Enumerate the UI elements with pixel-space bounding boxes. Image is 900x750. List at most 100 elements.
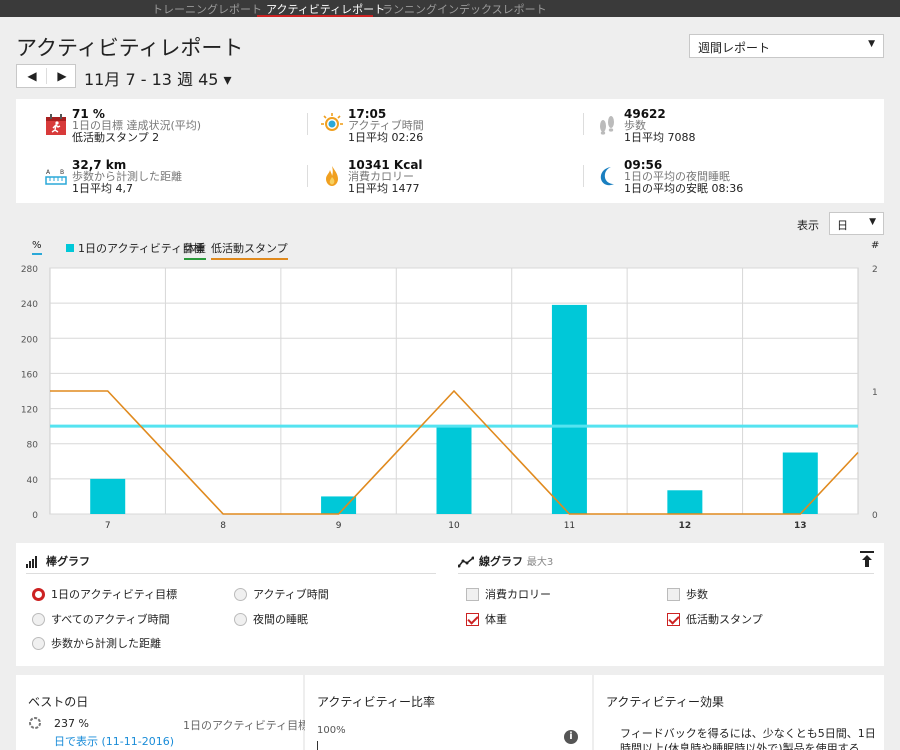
inactivity-stamps-count: 低活動スタンプ 2 [72, 131, 160, 144]
y-tick-label: 80 [27, 441, 39, 451]
divider [458, 573, 874, 574]
distance-daily-avg: 1日平均 4,7 [72, 182, 133, 195]
activity-ring-icon [28, 715, 42, 729]
bar-option-all-active-time[interactable]: すべてのアクティブ時間 [32, 611, 170, 627]
radio[interactable] [234, 612, 247, 626]
bar-day-9 [321, 496, 357, 514]
bar-option-active-time[interactable]: アクティブ時間 [234, 586, 329, 602]
sun-icon [321, 113, 343, 135]
checkbox[interactable] [466, 587, 479, 601]
divider [583, 165, 584, 187]
caret-down-icon: ▼ [868, 39, 875, 49]
line-chart-icon [457, 553, 475, 568]
radio[interactable] [32, 636, 45, 650]
y-tick-label: 120 [21, 406, 38, 416]
activity-ratio-card: アクティビティー比率 100% i [305, 675, 592, 750]
line-option-steps[interactable]: 歩数 [667, 586, 708, 602]
divider [307, 165, 308, 187]
activity-effect-line: フィードバックを得るには、少なくとも5日間、1日10 [620, 727, 875, 740]
svg-text:B: B [60, 169, 64, 176]
radio[interactable] [32, 612, 45, 626]
bar-day-12 [667, 490, 703, 514]
granularity-select[interactable]: 日 ▼ [829, 212, 884, 235]
prev-period-button[interactable]: ◀ [17, 69, 47, 83]
y-tick-label: 160 [21, 370, 38, 380]
activity-effect-text: フィードバックを得るには、少なくとも5日間、1日10 時間以上(休息時や睡眠時以… [620, 726, 875, 750]
steps-daily-avg: 1日平均 7088 [624, 131, 696, 144]
report-tab-bar: トレーニングレポート アクティビティレポート ランニングインデックスレポート [0, 0, 900, 17]
radio-selected[interactable] [32, 587, 45, 601]
report-period-select[interactable]: 週間レポート ▼ [689, 34, 884, 58]
x-tick-label: 10 [448, 521, 460, 531]
line-option-stamp[interactable]: 低活動スタンプ [667, 611, 763, 627]
y-tick-label: 40 [27, 476, 39, 486]
y2-tick-label: 0 [872, 511, 878, 521]
bar-option-distance[interactable]: 歩数から計測した距離 [32, 635, 161, 651]
activity-effect-title: アクティビティー効果 [606, 695, 724, 709]
activity-goal-icon [45, 114, 67, 136]
bar-day-10 [436, 426, 472, 514]
chart-controls-panel: 棒グラフ 線グラフ 最大3 1日のアクティビティ目標 アクティブ時間 すべてのア… [16, 543, 884, 666]
bar-chart-title: 棒グラフ [46, 555, 90, 568]
ratio-axis-max: 100% [317, 725, 346, 736]
best-day-card: ベストの日 237 % 1日のアクティビティ目標 日で表示 (11-11-201… [16, 675, 309, 750]
best-day-title: ベストの日 [28, 695, 89, 709]
y-tick-label: 200 [21, 335, 38, 345]
radio[interactable] [234, 587, 247, 601]
line-chart-title: 線グラフ 最大3 [479, 553, 553, 569]
caret-down-icon: ▼ [869, 217, 876, 227]
checkbox-checked[interactable] [466, 612, 479, 626]
bar-option-night-sleep[interactable]: 夜間の睡眠 [234, 611, 308, 627]
report-period-value: 週間レポート [698, 41, 771, 55]
y-tick-label: 0 [32, 511, 38, 521]
line-option-weight[interactable]: 体重 [466, 611, 507, 627]
line-option-calories[interactable]: 消費カロリー [466, 586, 551, 602]
next-period-button[interactable]: ▶ [47, 69, 77, 83]
option-label: 体重 [485, 613, 507, 626]
activity-ratio-title: アクティビティー比率 [317, 695, 435, 709]
page-title: アクティビティレポート [16, 36, 244, 60]
tab-training-report[interactable]: トレーニングレポート [152, 1, 262, 17]
option-label: 歩数から計測した距離 [51, 637, 161, 650]
info-icon[interactable]: i [564, 730, 578, 744]
pin-icon[interactable] [860, 551, 874, 567]
moon-icon [596, 165, 618, 187]
divider [26, 573, 436, 574]
y2-tick-label: 1 [872, 388, 878, 398]
line-chart-title-text: 線グラフ [479, 555, 523, 568]
checkbox[interactable] [667, 587, 680, 601]
option-label: 低活動スタンプ [686, 613, 763, 626]
bar-day-13 [782, 452, 818, 514]
view-day-link[interactable]: 日で表示 (11-11-2016) [54, 733, 174, 749]
bar-day-7 [90, 478, 126, 514]
date-range-picker[interactable]: 11月 7 - 13 週 45 ▾ [84, 66, 232, 90]
active-time-daily-avg: 1日平均 02:26 [348, 131, 424, 144]
x-tick-label: 9 [336, 521, 342, 531]
option-label: アクティブ時間 [253, 588, 329, 601]
x-tick-label: 12 [679, 521, 692, 531]
y2-tick-label: 2 [872, 265, 878, 275]
bar-day-11 [551, 304, 587, 514]
calories-daily-avg: 1日平均 1477 [348, 182, 420, 195]
bar-option-activity-goal[interactable]: 1日のアクティビティ目標 [32, 586, 177, 602]
y-tick-label: 240 [21, 300, 38, 310]
x-tick-label: 8 [220, 521, 226, 531]
line-chart-max: 最大3 [526, 557, 554, 568]
view-label: 表示 [797, 219, 819, 232]
activity-chart: 040801201602002402800127 8 9 10 11 12 13 [21, 265, 878, 531]
flame-icon [321, 165, 343, 187]
option-label: 消費カロリー [485, 588, 551, 601]
divider [583, 113, 584, 135]
footsteps-icon [596, 113, 618, 135]
y-tick-label: 280 [21, 265, 38, 275]
bar-chart-icon [26, 553, 38, 568]
tab-running-index-report[interactable]: ランニングインデックスレポート [382, 1, 547, 17]
divider [307, 113, 308, 135]
summary-panel: 71 % 1日の目標 達成状況(平均) 低活動スタンプ 2 17:05 アクティ… [16, 99, 884, 203]
best-day-metric: 1日のアクティビティ目標 [183, 719, 310, 732]
activity-effect-line: 時間以上(休息時や睡眠時以外で)製品を使用する [620, 742, 860, 750]
checkbox-checked[interactable] [667, 612, 680, 626]
sleep-restful-avg: 1日の平均の安眠 08:36 [624, 182, 744, 195]
svg-text:A: A [46, 169, 51, 176]
option-label: 夜間の睡眠 [253, 613, 308, 626]
